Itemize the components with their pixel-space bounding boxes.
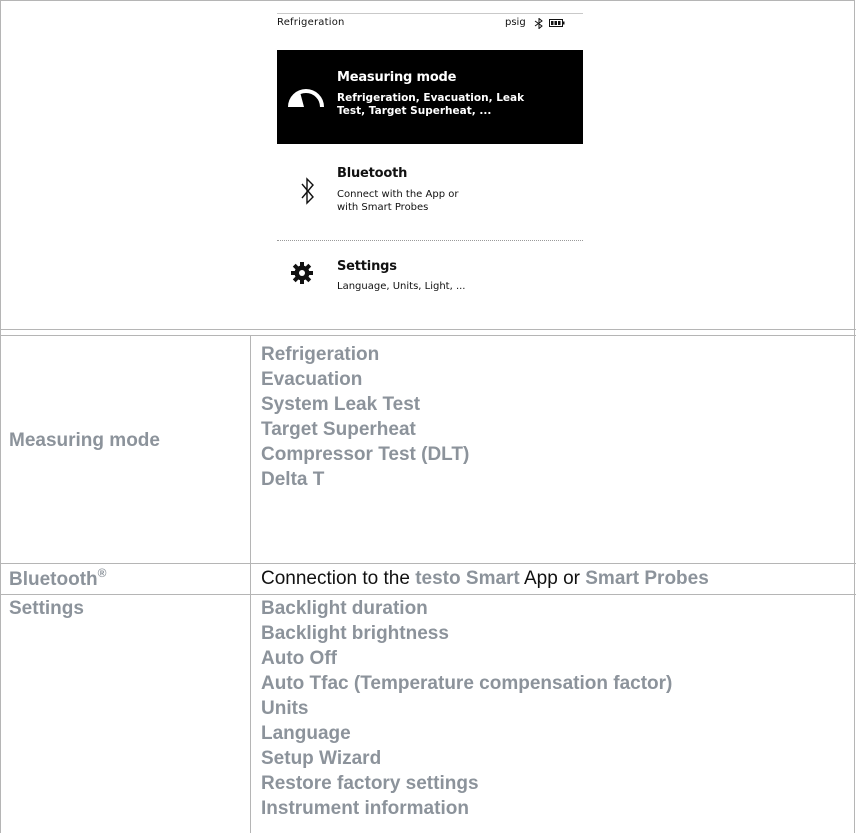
list-item[interactable]: Backlight duration [261, 596, 672, 621]
desc-text: Connection to the [261, 568, 416, 589]
menu-item-settings[interactable]: Settings Language, Units, Light, ... [277, 245, 583, 315]
list-item[interactable]: Target Superheat [261, 417, 469, 442]
list-item[interactable]: Restore factory settings [261, 771, 672, 796]
link-testo-smart[interactable]: testo Smart [415, 568, 520, 589]
table-divider [0, 594, 856, 595]
table-divider [0, 329, 856, 330]
list-item[interactable]: Language [261, 721, 672, 746]
table-divider [0, 563, 856, 564]
link-smart-probes[interactable]: Smart Probes [585, 568, 709, 589]
status-title: Refrigeration [277, 17, 345, 28]
list-item[interactable]: System Leak Test [261, 392, 469, 417]
menu-item-bluetooth[interactable]: Bluetooth Connect with the App or with S… [277, 146, 583, 241]
status-bar: Refrigeration psig [277, 13, 583, 32]
battery-icon [549, 19, 565, 27]
menu-item-measuring-mode[interactable]: Measuring mode Refrigeration, Evacuation… [277, 50, 583, 144]
menu-desc: Refrigeration, Evacuation, Leak [337, 92, 525, 104]
label-text: Bluetooth [9, 569, 98, 590]
menu-desc: Connect with the App or [337, 189, 459, 200]
table-divider [0, 335, 856, 336]
desc-text: App or [519, 568, 586, 589]
row-label-settings: Settings [9, 598, 84, 619]
menu-desc: Language, Units, Light, ... [337, 281, 466, 292]
settings-list: Backlight duration Backlight brightness Au… [261, 596, 672, 821]
row-label-measuring-mode: Measuring mode [9, 430, 160, 451]
column-divider [250, 335, 251, 833]
status-unit: psig [505, 17, 526, 28]
menu-desc: with Smart Probes [337, 202, 429, 213]
list-item[interactable]: Compressor Test (DLT) [261, 442, 469, 467]
menu-title: Settings [337, 259, 397, 274]
measuring-mode-list: Refrigeration Evacuation System Leak Test T… [261, 342, 469, 492]
menu-title: Measuring mode [337, 70, 457, 85]
menu-desc: Test, Target Superheat, ... [337, 105, 492, 117]
gauge-icon [288, 89, 324, 108]
list-item[interactable]: Auto Off [261, 646, 672, 671]
list-item[interactable]: Instrument information [261, 796, 672, 821]
gear-icon [291, 262, 313, 284]
list-item[interactable]: Backlight brightness [261, 621, 672, 646]
bluetooth-icon [301, 177, 314, 205]
registered-mark: ® [97, 566, 107, 580]
row-label-bluetooth: Bluetooth® [9, 566, 107, 591]
device-screen: Refrigeration psig Measuring mode Refrig… [277, 13, 583, 315]
list-item[interactable]: Auto Tfac (Temperature compensation fact… [261, 671, 672, 696]
list-item[interactable]: Units [261, 696, 672, 721]
list-item[interactable]: Evacuation [261, 367, 469, 392]
bluetooth-description: Connection to the testo Smart App or Sma… [261, 568, 709, 590]
menu-title: Bluetooth [337, 166, 408, 181]
list-item[interactable]: Refrigeration [261, 342, 469, 367]
list-item[interactable]: Delta T [261, 467, 469, 492]
list-item[interactable]: Setup Wizard [261, 746, 672, 771]
bluetooth-icon [534, 18, 543, 29]
